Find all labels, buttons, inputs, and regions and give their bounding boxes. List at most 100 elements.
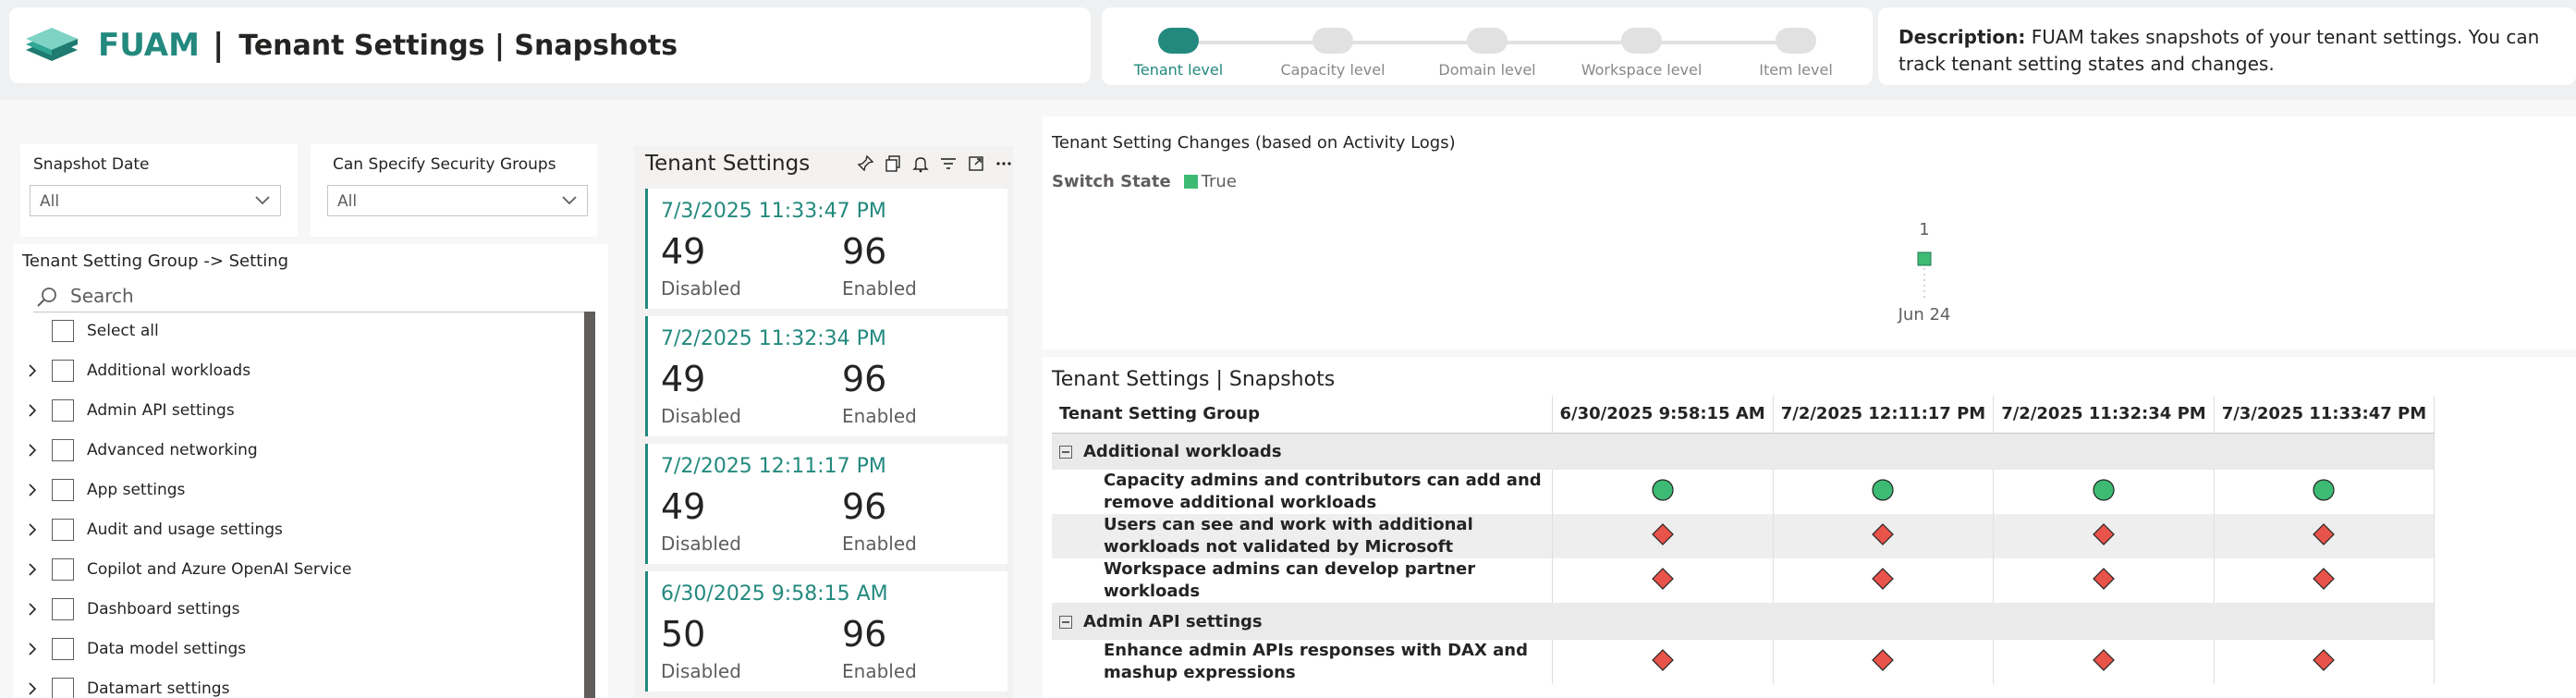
step-workspace-level[interactable]: Workspace level <box>1572 28 1711 79</box>
snapshot-date-dropdown[interactable]: All <box>30 185 281 216</box>
checkbox[interactable] <box>52 439 74 461</box>
tree-item[interactable]: Datamart settings <box>26 670 229 698</box>
matrix-row[interactable]: Enhance admin APIs responses with DAX an… <box>1052 640 2436 684</box>
card-list-title: Tenant Settings <box>645 152 811 176</box>
checkbox[interactable] <box>52 479 74 501</box>
tree-item-label: Datamart settings <box>87 680 230 698</box>
description-label: Description: <box>1898 26 2026 48</box>
tree-item[interactable]: App settings <box>26 471 185 508</box>
title-separator: | <box>212 27 225 64</box>
header-card: FUAM | Tenant Settings | Snapshots <box>9 7 1091 83</box>
chevron-right-icon[interactable] <box>26 484 39 496</box>
chevron-right-icon[interactable] <box>26 444 39 457</box>
more-options-icon[interactable] <box>995 154 1013 173</box>
search-placeholder: Search <box>70 285 134 307</box>
matrix-column-header[interactable]: 7/2/2025 12:11:17 PM <box>1773 396 1995 434</box>
matrix-group-row[interactable]: Admin API settings <box>1052 603 2436 640</box>
copy-icon[interactable] <box>884 154 902 173</box>
matrix-row[interactable]: Users can see and work with additional w… <box>1052 514 2436 558</box>
checkbox[interactable] <box>52 399 74 422</box>
checkbox[interactable] <box>52 598 74 620</box>
pin-icon[interactable] <box>856 154 874 173</box>
chevron-right-icon[interactable] <box>26 603 39 616</box>
security-groups-dropdown[interactable]: All <box>327 185 588 216</box>
matrix-column-header[interactable]: 7/3/2025 11:33:47 PM <box>2214 396 2436 434</box>
disabled-count: 49 <box>661 231 706 272</box>
group-label: Admin API settings <box>1083 611 1263 631</box>
snapshot-card[interactable]: 6/30/2025 9:58:15 AM 50 96 Disabled Enabled <box>645 571 1007 692</box>
checkbox[interactable] <box>52 360 74 382</box>
enabled-circle-icon <box>1872 478 1895 501</box>
chevron-right-icon[interactable] <box>26 364 39 377</box>
dropdown-value: All <box>337 192 358 211</box>
matrix-column-header[interactable]: 7/2/2025 11:32:34 PM <box>1993 396 2215 434</box>
checkbox[interactable] <box>52 519 74 541</box>
tree-item-label: App settings <box>87 481 186 499</box>
snapshot-card[interactable]: 7/3/2025 11:33:47 PM 49 96 Disabled Enabled <box>645 189 1007 309</box>
tree-item[interactable]: Additional workloads <box>26 352 250 389</box>
tree-item-label: Copilot and Azure OpenAI Service <box>87 560 352 579</box>
filter-icon[interactable] <box>939 154 958 173</box>
checkbox[interactable] <box>52 638 74 660</box>
step-capacity-level[interactable]: Capacity level <box>1264 28 1402 79</box>
tree-item[interactable]: Copilot and Azure OpenAI Service <box>26 551 351 588</box>
step-domain-level[interactable]: Domain level <box>1418 28 1557 79</box>
data-point[interactable] <box>1917 251 1932 266</box>
chevron-down-icon <box>562 196 577 205</box>
collapse-icon[interactable] <box>1059 445 1072 459</box>
dropdown-value: All <box>40 192 60 211</box>
checkbox[interactable] <box>52 678 74 698</box>
enabled-label: Enabled <box>842 533 917 555</box>
state-cell <box>1773 558 1995 603</box>
state-cell <box>2214 558 2436 603</box>
enabled-count: 96 <box>842 486 887 527</box>
checkbox[interactable] <box>52 320 74 342</box>
focus-mode-icon[interactable] <box>967 154 985 173</box>
bell-icon[interactable] <box>911 154 930 173</box>
step-indicator <box>1158 28 1199 54</box>
disabled-label: Disabled <box>661 660 741 682</box>
disabled-count: 49 <box>661 486 706 527</box>
matrix-row-header[interactable]: Tenant Setting Group <box>1052 396 1553 434</box>
snapshot-date: 7/2/2025 11:32:34 PM <box>661 327 886 350</box>
enabled-count: 96 <box>842 359 887 399</box>
disabled-diamond-icon <box>1651 648 1674 671</box>
matrix-group-row[interactable]: Additional workloads <box>1052 433 2436 470</box>
chevron-right-icon[interactable] <box>26 523 39 536</box>
tree-item[interactable]: Admin API settings <box>26 392 235 429</box>
snapshot-card[interactable]: 7/2/2025 11:32:34 PM 49 96 Disabled Enabled <box>645 316 1007 436</box>
state-cell <box>1552 514 1774 558</box>
chevron-right-icon[interactable] <box>26 643 39 655</box>
snapshot-card[interactable]: 7/2/2025 12:11:17 PM 49 96 Disabled Enabled <box>645 444 1007 564</box>
chevron-right-icon[interactable] <box>26 563 39 576</box>
state-cell <box>1773 470 1995 514</box>
snapshot-date: 7/2/2025 12:11:17 PM <box>661 455 886 478</box>
tree-scrollbar[interactable] <box>584 312 595 698</box>
disabled-label: Disabled <box>661 533 741 555</box>
collapse-icon[interactable] <box>1059 615 1072 629</box>
visual-header-toolbar <box>800 150 1013 178</box>
checkbox[interactable] <box>52 558 74 581</box>
step-tenant-level[interactable]: Tenant level <box>1109 28 1248 79</box>
matrix-row[interactable]: Capacity admins and contributors can add… <box>1052 470 2436 514</box>
disabled-diamond-icon <box>2313 567 2336 590</box>
tree-item[interactable]: Audit and usage settings <box>26 511 283 548</box>
tree-item[interactable]: Data model settings <box>26 631 246 667</box>
tree-select-all[interactable]: Select all <box>26 312 159 349</box>
chevron-right-icon[interactable] <box>26 682 39 695</box>
tree-search-input[interactable]: Search <box>33 283 595 312</box>
tree-item-label: Audit and usage settings <box>87 520 283 539</box>
enabled-count: 96 <box>842 614 887 655</box>
state-cell <box>2214 640 2436 684</box>
disabled-diamond-icon <box>2313 522 2336 545</box>
matrix-column-header[interactable]: 6/30/2025 9:58:15 AM <box>1552 396 1774 434</box>
matrix-row[interactable]: Workspace admins can develop partner wor… <box>1052 558 2436 603</box>
chevron-right-icon[interactable] <box>26 404 39 417</box>
state-cell <box>1993 514 2215 558</box>
search-icon <box>37 288 56 307</box>
setting-name: Users can see and work with additional w… <box>1052 514 1553 558</box>
disabled-diamond-icon <box>1872 648 1895 671</box>
step-item-level[interactable]: Item level <box>1727 28 1865 79</box>
tree-item[interactable]: Dashboard settings <box>26 591 239 628</box>
tree-item[interactable]: Advanced networking <box>26 432 258 469</box>
